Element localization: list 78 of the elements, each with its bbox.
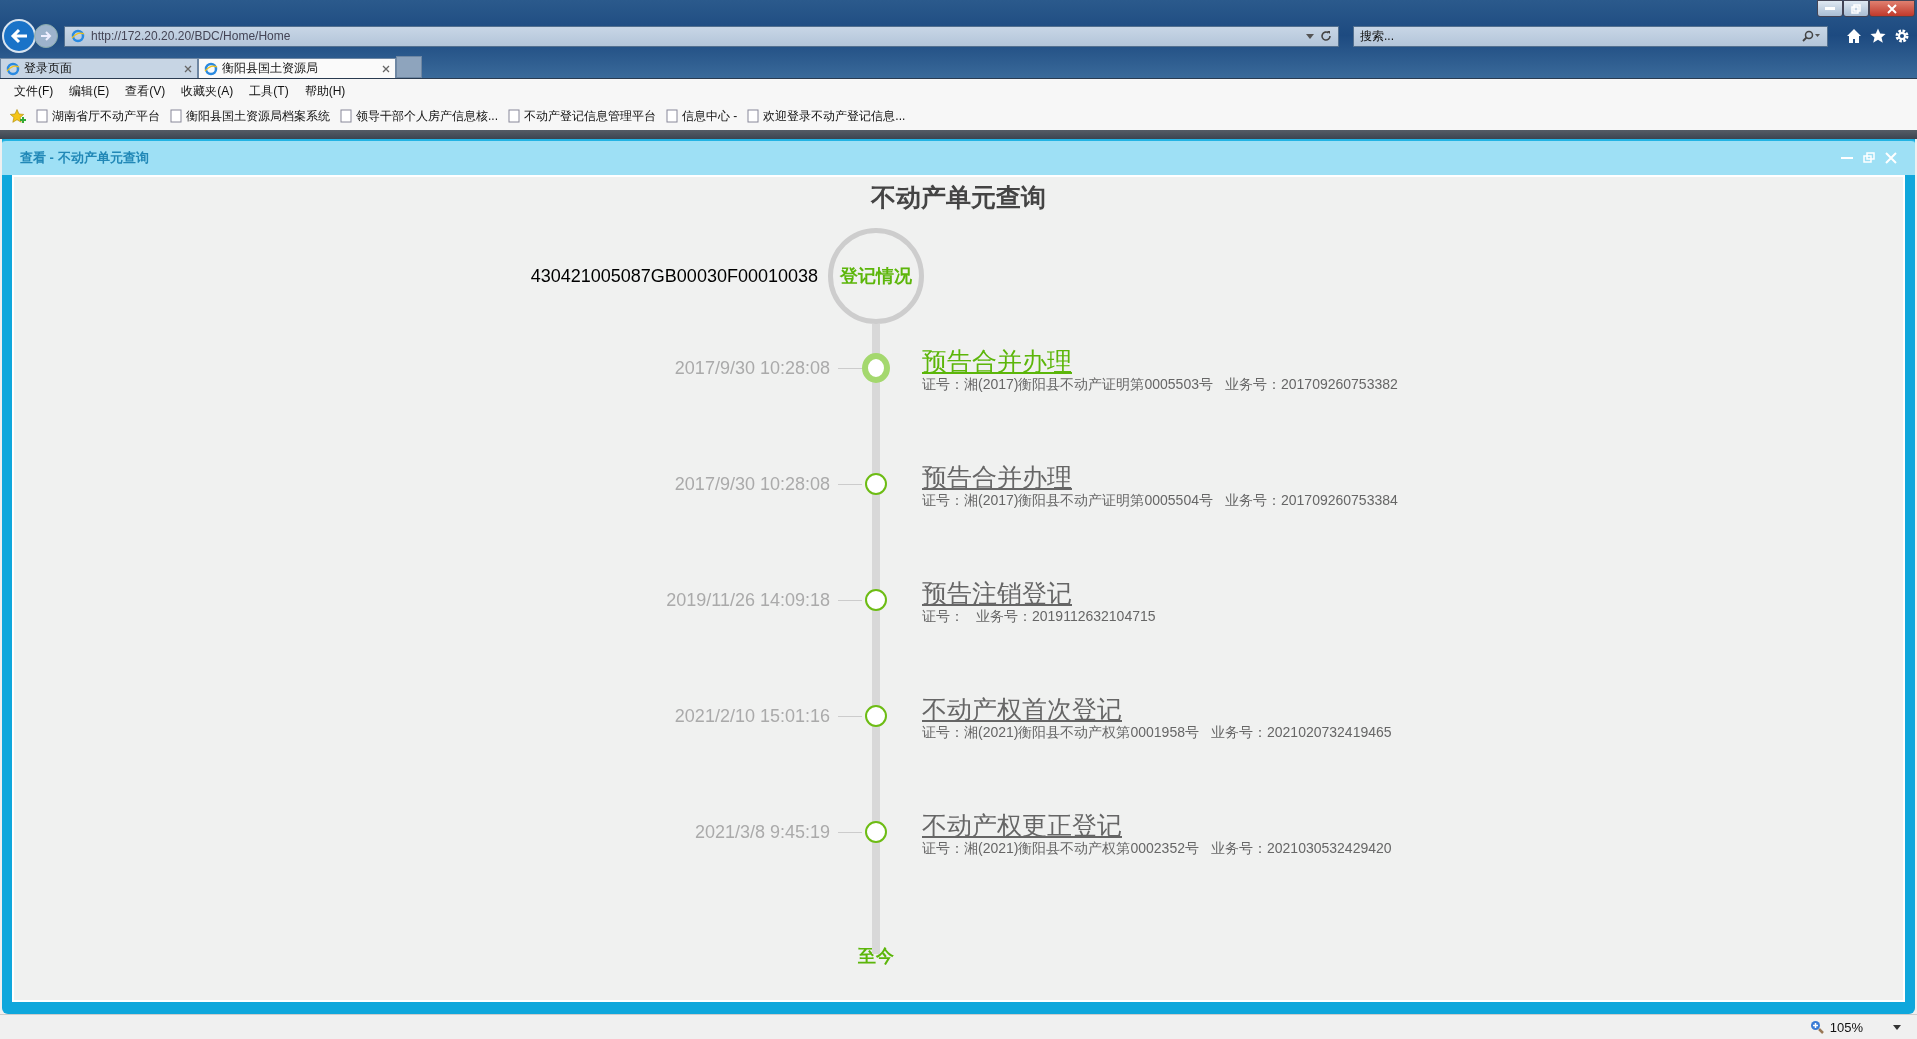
certificate-number: 证号：湘(2017)衡阳县不动产证明第0005504号 xyxy=(922,492,1213,510)
event-time: 2021/3/8 9:45:19 xyxy=(694,821,830,843)
certificate-number: 证号： xyxy=(922,608,964,626)
event-title-link[interactable]: 不动产权首次登记 xyxy=(922,694,1122,724)
address-bar[interactable]: http://172.20.20.20/BDC/Home/Home xyxy=(64,25,1339,47)
certificate-number: 证号：湘(2021)衡阳县不动产权第0001958号 xyxy=(922,724,1199,742)
tab-label: 登录页面 xyxy=(24,60,73,77)
dialog-title: 查看 - 不动产单元查询 xyxy=(20,149,150,167)
menu-item[interactable]: 收藏夹(A) xyxy=(181,82,234,100)
certificate-number: 证号：湘(2017)衡阳县不动产证明第0005503号 xyxy=(922,376,1213,394)
zoom-icon xyxy=(1809,1020,1824,1034)
globe-e-icon xyxy=(71,29,85,43)
timeline-dot[interactable] xyxy=(865,705,887,727)
settings-icon[interactable] xyxy=(1894,28,1910,44)
business-number: 业务号：2021030532429420 xyxy=(1211,840,1392,858)
favorite-link[interactable]: 信息中心 - xyxy=(666,107,738,125)
business-number: 业务号：201709260753384 xyxy=(1225,492,1398,510)
star-icon[interactable] xyxy=(1870,28,1886,44)
event-time: 2017/9/30 10:28:08 xyxy=(674,473,830,495)
page-icon xyxy=(747,109,760,123)
certificate-number: 证号：湘(2021)衡阳县不动产权第0002352号 xyxy=(922,840,1199,858)
page-icon xyxy=(170,109,182,123)
favorite-link[interactable]: 欢迎登录不动产登记信息... xyxy=(747,107,906,125)
arrow-right-icon xyxy=(40,31,52,41)
star-plus-icon[interactable] xyxy=(10,108,26,124)
favorite-link[interactable]: 不动产登记信息管理平台 xyxy=(508,107,656,125)
menu-item[interactable]: 文件(F) xyxy=(14,82,54,100)
globe-e-icon xyxy=(204,61,218,76)
home-icon[interactable] xyxy=(1846,28,1862,44)
status-circle: 登记情况 xyxy=(828,228,924,324)
globe-e-icon xyxy=(6,61,20,76)
event-title-link[interactable]: 预告注销登记 xyxy=(922,578,1072,608)
browser-tab[interactable]: 衡阳县国土资源局 xyxy=(198,58,396,78)
url-text: http://172.20.20.20/BDC/Home/Home xyxy=(91,29,292,43)
close-icon[interactable] xyxy=(184,64,192,73)
page-icon xyxy=(508,109,520,123)
menu-item[interactable]: 帮助(H) xyxy=(304,82,346,100)
timeline-dot[interactable] xyxy=(865,821,887,843)
refresh-icon[interactable] xyxy=(1320,30,1332,42)
event-time: 2017/9/30 10:28:08 xyxy=(674,357,830,379)
timeline-dot[interactable] xyxy=(865,473,887,495)
arrow-left-icon xyxy=(10,28,28,44)
favorite-link[interactable]: 领导干部个人房产信息核... xyxy=(340,107,498,125)
event-title-link[interactable]: 不动产权更正登记 xyxy=(922,810,1122,840)
back-button[interactable] xyxy=(2,19,36,53)
tab-label: 衡阳县国土资源局 xyxy=(222,60,319,77)
unit-id: 430421005087GB00030F00010038 xyxy=(529,265,819,287)
page-icon xyxy=(36,109,48,123)
page-icon xyxy=(340,109,352,123)
menu-item[interactable]: 编辑(E) xyxy=(69,82,110,100)
close-icon[interactable] xyxy=(382,64,390,73)
page-heading: 不动产单元查询 xyxy=(869,182,1047,213)
menu-item[interactable]: 工具(T) xyxy=(249,82,289,100)
timeline-dot[interactable] xyxy=(862,353,890,383)
restore-button[interactable] xyxy=(1843,0,1869,17)
minimize-icon xyxy=(1825,6,1835,11)
end-label: 至今 xyxy=(857,945,895,968)
event-title-link[interactable]: 预告合并办理 xyxy=(922,462,1072,492)
event-time: 2021/2/10 15:01:16 xyxy=(674,705,830,727)
restore-icon xyxy=(1851,3,1861,14)
event-time: 2019/11/26 14:09:18 xyxy=(666,589,830,611)
close-button[interactable] xyxy=(1869,0,1915,17)
zoom-level[interactable]: 105% xyxy=(1829,1019,1863,1035)
search-field[interactable]: 搜索... xyxy=(1353,25,1828,47)
browser-tab[interactable]: 登录页面 xyxy=(0,58,198,78)
business-number: 业务号：2021020732419465 xyxy=(1211,724,1392,742)
close-icon xyxy=(1887,3,1897,14)
minimize-button[interactable] xyxy=(1817,0,1843,17)
forward-button[interactable] xyxy=(34,24,58,48)
caret-icon[interactable] xyxy=(1893,1024,1901,1030)
favorite-link[interactable]: 衡阳县国土资源局档案系统 xyxy=(170,107,330,125)
business-number: 业务号：2019112632104715 xyxy=(976,608,1156,626)
menu-item[interactable]: 查看(V) xyxy=(125,82,166,100)
timeline-dot[interactable] xyxy=(865,589,887,611)
caret-icon[interactable] xyxy=(1306,33,1314,39)
business-number: 业务号：201709260753382 xyxy=(1225,376,1398,394)
page-icon xyxy=(666,109,678,123)
favorite-link[interactable]: 湖南省厅不动产平台 xyxy=(36,107,160,125)
